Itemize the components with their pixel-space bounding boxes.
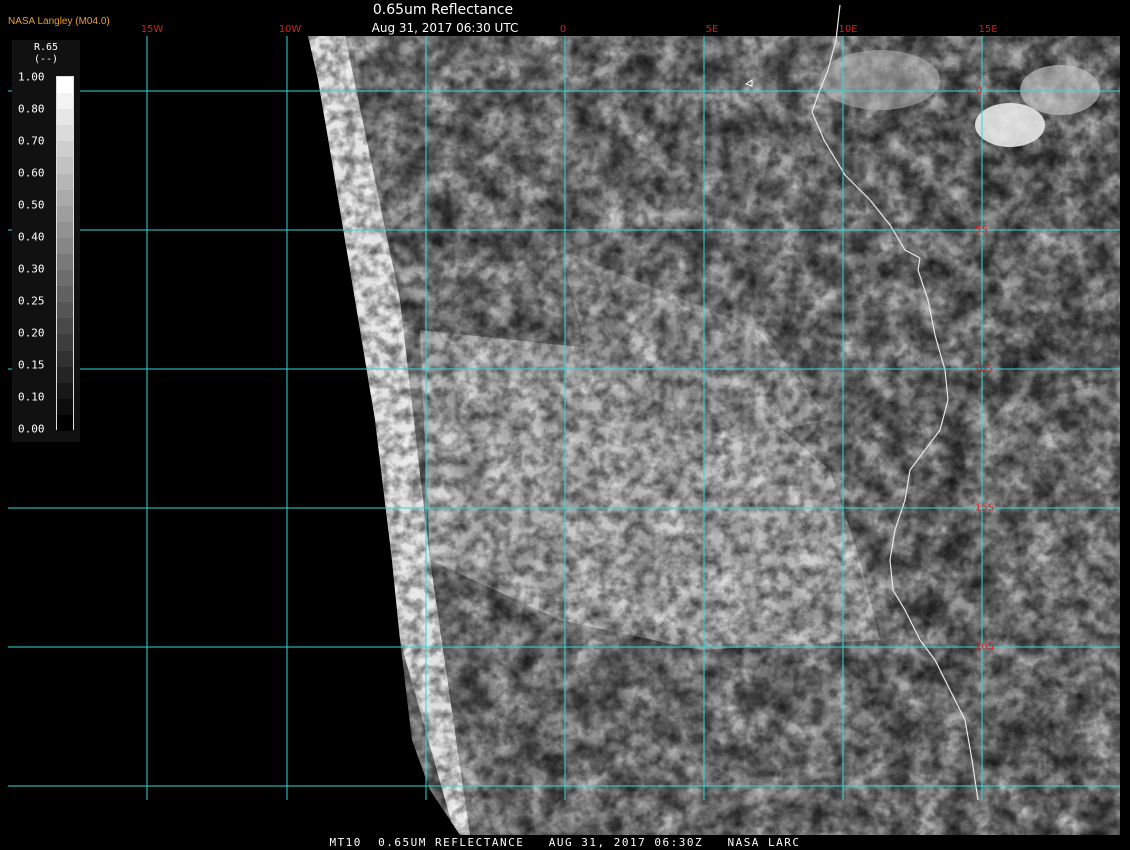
reflectance-map: [8, 4, 1120, 835]
legend-swatch: [57, 125, 73, 142]
lat-label: 5S: [975, 224, 988, 236]
legend-tick-label: 1.00: [18, 70, 45, 84]
legend-swatch: [57, 398, 73, 416]
legend-swatch: [57, 221, 73, 239]
legend-swatch: [57, 334, 73, 352]
reflectance-legend: R.65 (--) 1.00 0.80 0.70 0.60 0.50 0.40 0.30 0.…: [12, 40, 80, 442]
legend-swatch: [57, 414, 73, 432]
legend-swatch: [57, 350, 73, 368]
legend-tick-label: 0.60: [18, 166, 45, 180]
legend-tick-label: 0.30: [18, 262, 45, 276]
lon-label: 15E: [978, 24, 998, 35]
legend-swatch: [57, 366, 73, 384]
image-title: 0.65um Reflectance: [372, 2, 514, 18]
legend-swatch: [57, 237, 73, 255]
legend-swatch: [57, 302, 73, 319]
lon-label: 0: [559, 24, 567, 35]
legend-swatch: [57, 109, 73, 126]
lat-label: 15S: [975, 502, 995, 514]
legend-tick-label: 0.10: [18, 390, 45, 404]
lon-label: 15W: [140, 24, 164, 35]
legend-tick-label: 0.20: [18, 326, 45, 340]
lat-label: 0: [976, 85, 983, 97]
legend-tick-label: 0.00: [18, 422, 45, 436]
earth-disk: [308, 36, 1120, 835]
legend-swatch: [57, 189, 73, 207]
lon-label: 5E: [705, 24, 719, 35]
legend-tick-label: 0.70: [18, 134, 45, 148]
legend-swatch: [57, 318, 73, 335]
legend-tick-label: 0.50: [18, 198, 45, 212]
legend-unit: (--): [34, 54, 59, 65]
legend-tick-label: 0.80: [18, 102, 45, 116]
legend-color-bar: [56, 76, 74, 432]
lat-label: 10S: [974, 363, 994, 375]
legend-swatch: [57, 93, 73, 110]
legend-swatch: [57, 141, 73, 158]
satellite-image-viewer: NASA Langley (M04.0) 0.65um Reflectance …: [0, 0, 1130, 850]
image-timestamp: Aug 31, 2017 06:30 UTC: [371, 21, 519, 35]
legend-tick-label: 0.15: [18, 358, 45, 372]
legend-swatch: [57, 254, 73, 271]
legend-tick-label: 0.40: [18, 230, 45, 244]
legend-swatch: [57, 77, 73, 94]
legend-tick-label: 0.25: [18, 294, 45, 308]
legend-swatch: [57, 205, 73, 223]
legend-swatch: [57, 157, 73, 175]
legend-swatch: [57, 382, 73, 400]
footer-caption: MT10 0.65UM REFLECTANCE AUG 31, 2017 06:…: [329, 836, 801, 849]
legend-title: R.65: [34, 42, 59, 53]
lon-label: 10W: [278, 24, 302, 35]
lat-label: 20S: [975, 641, 995, 653]
legend-swatch: [57, 270, 73, 287]
legend-swatch: [57, 173, 73, 191]
lon-label: 10E: [838, 24, 858, 35]
legend-swatch: [57, 286, 73, 303]
